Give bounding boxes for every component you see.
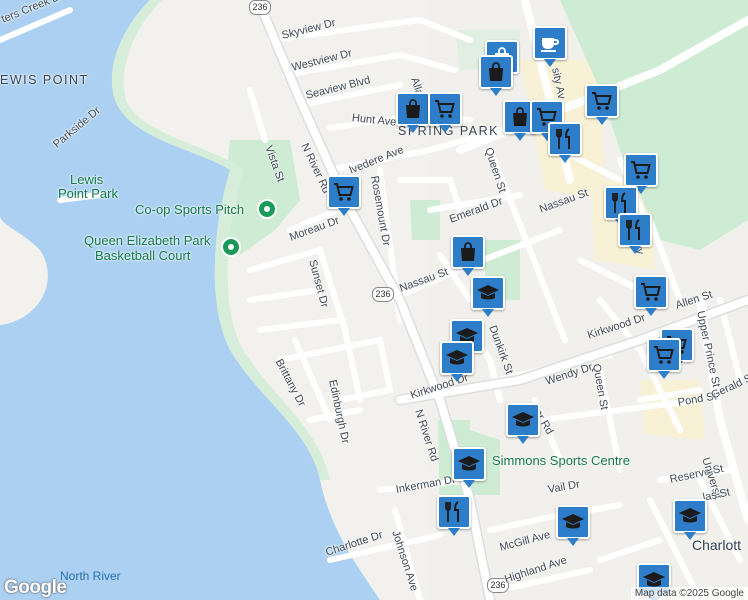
- map-canvas[interactable]: 236 236 236 EWIS POINT SPRING PARK Charl…: [0, 0, 748, 600]
- shopping-cart-icon: [631, 161, 651, 179]
- grocery-marker[interactable]: [634, 275, 668, 316]
- park-coop-sports-pitch: Co-op Sports Pitch: [135, 202, 245, 217]
- shopping-marker[interactable]: [451, 235, 485, 276]
- water-north-river: North River: [60, 569, 121, 583]
- grocery-marker[interactable]: [624, 153, 658, 194]
- cafe-marker[interactable]: [533, 26, 567, 67]
- school-marker[interactable]: [471, 276, 505, 317]
- park-lewis-point-line2: Point Park: [58, 186, 118, 201]
- place-lewis-point: EWIS POINT: [0, 73, 89, 87]
- park-lewis-point-line1: Lewis: [70, 172, 104, 187]
- shopping-cart-icon: [435, 100, 455, 118]
- restaurant-icon: [445, 501, 459, 522]
- shopping-cart-icon: [334, 183, 354, 201]
- park-simmons-sports-centre: Simmons Sports Centre: [492, 453, 630, 468]
- shopping-cart-icon: [641, 283, 661, 301]
- google-logo: Google: [4, 577, 67, 598]
- shopping-cart-icon: [654, 346, 674, 364]
- park-queen-elizabeth-line1: Queen Elizabeth Park: [84, 233, 211, 248]
- route-236-shield: 236: [249, 0, 271, 15]
- shopping-bag-icon: [489, 62, 503, 81]
- restaurant-marker[interactable]: [618, 213, 652, 254]
- school-icon: [446, 350, 468, 365]
- restaurant-icon: [612, 192, 626, 213]
- park-queen-elizabeth-line2: Basketball Court: [95, 248, 191, 263]
- map-attribution[interactable]: Map data ©2025 Google: [630, 587, 748, 600]
- shopping-bag-icon: [513, 107, 527, 126]
- cafe-icon: [541, 38, 559, 52]
- school-icon: [477, 285, 499, 300]
- restaurant-icon: [626, 219, 640, 240]
- route-236-shield: 236: [372, 287, 394, 302]
- shopping-marker[interactable]: [396, 92, 430, 133]
- grocery-marker[interactable]: [647, 338, 681, 379]
- park-pin-icon[interactable]: [257, 199, 277, 219]
- restaurant-marker[interactable]: [548, 122, 582, 163]
- school-icon: [512, 412, 534, 427]
- school-marker[interactable]: [673, 499, 707, 540]
- park-pin-icon[interactable]: [221, 237, 241, 257]
- restaurant-marker[interactable]: [437, 495, 471, 536]
- shopping-bag-icon: [406, 99, 420, 118]
- restaurant-icon: [556, 128, 570, 149]
- school-icon: [679, 508, 701, 523]
- grocery-marker[interactable]: [327, 175, 361, 216]
- school-icon: [562, 514, 584, 529]
- shopping-marker[interactable]: [479, 55, 513, 96]
- school-marker[interactable]: [452, 447, 486, 488]
- school-marker[interactable]: [440, 341, 474, 382]
- school-icon: [458, 456, 480, 471]
- school-marker[interactable]: [506, 403, 540, 444]
- grocery-marker[interactable]: [585, 84, 619, 125]
- place-charlottetown: Charlott: [692, 537, 742, 553]
- shopping-bag-icon: [461, 242, 475, 261]
- shopping-cart-icon: [592, 92, 612, 110]
- school-marker[interactable]: [556, 505, 590, 546]
- grocery-marker[interactable]: [428, 92, 462, 133]
